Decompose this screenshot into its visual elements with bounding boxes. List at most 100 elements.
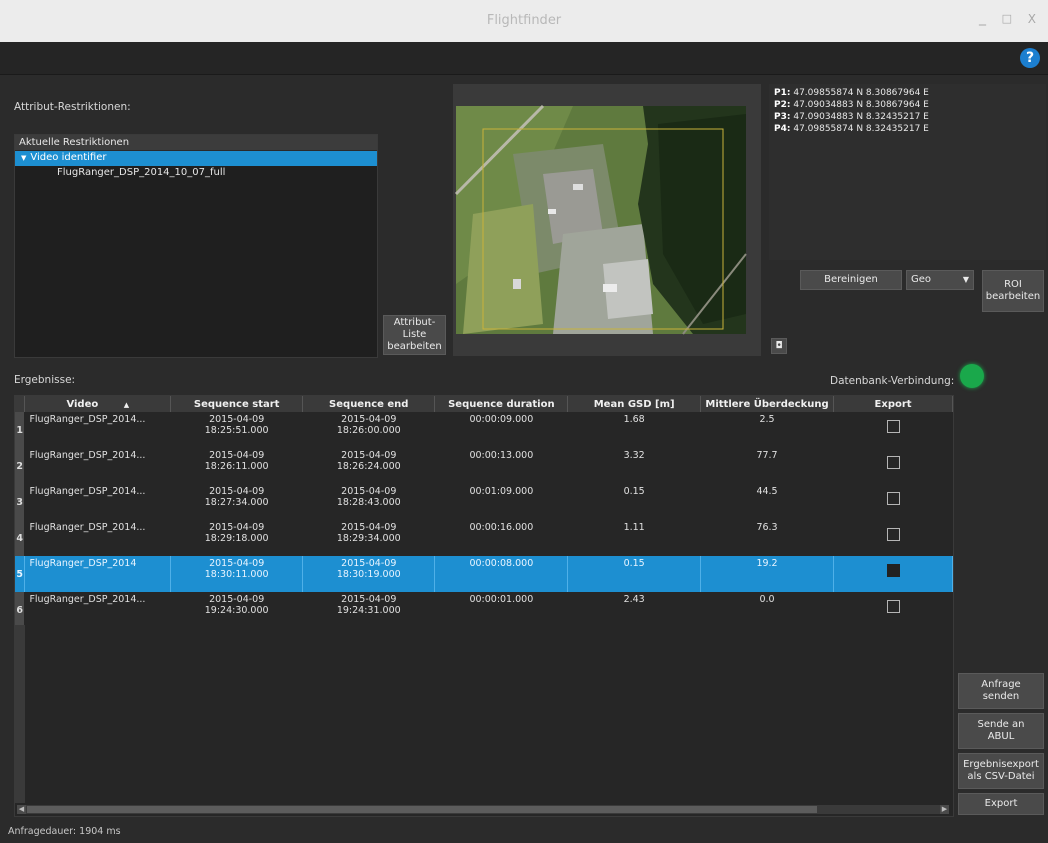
column-header-mean-gsd[interactable]: Mean GSD [m] — [567, 396, 701, 412]
cell-export — [833, 520, 953, 556]
cell-video: FlugRanger_DSP_2014... — [24, 592, 172, 628]
cell-end: 2015-04-09 19:24:31.000 — [302, 592, 436, 628]
cell-video: FlugRanger_DSP_2014... — [24, 484, 172, 520]
table-row[interactable]: 3 FlugRanger_DSP_2014... 2015-04-09 18:27… — [15, 484, 953, 520]
scroll-right-icon[interactable]: ▶ — [940, 805, 949, 814]
cell-overlap: 76.3 — [700, 520, 835, 556]
map-view[interactable] — [453, 84, 761, 356]
column-header-sequence-duration[interactable]: Sequence duration — [434, 396, 569, 412]
end-date: 2015-04-09 — [341, 522, 397, 533]
start-date: 2015-04-09 — [209, 522, 265, 533]
expand-arrow-icon[interactable]: ▼ — [21, 154, 26, 162]
coordinate-value: 47.09034883 N 8.30867964 E — [793, 100, 929, 110]
cell-end: 2015-04-09 18:26:00.000 — [302, 412, 436, 448]
send-query-button[interactable]: Anfrage senden — [958, 673, 1044, 709]
cell-end: 2015-04-09 18:26:24.000 — [302, 448, 436, 484]
coordinate-label: P3: — [774, 112, 791, 122]
export-button[interactable]: Export — [958, 793, 1044, 815]
start-date: 2015-04-09 — [209, 486, 265, 497]
cell-export — [833, 556, 953, 592]
close-icon[interactable]: X — [1028, 12, 1036, 26]
coordinate-label: P1: — [774, 88, 791, 98]
scroll-left-icon[interactable]: ◀ — [17, 805, 26, 814]
edit-attribute-list-button[interactable]: Attribut- Liste bearbeiten — [383, 315, 446, 355]
sort-ascending-icon: ▲ — [123, 400, 130, 409]
table-row[interactable]: 1 FlugRanger_DSP_2014... 2015-04-09 18:25… — [15, 412, 953, 448]
export-checkbox[interactable] — [886, 492, 900, 505]
coordinate-value: 47.09855874 N 8.32435217 E — [793, 124, 929, 134]
scrollbar-thumb[interactable] — [27, 806, 817, 813]
edit-roi-button[interactable]: ROI bearbeiten — [982, 270, 1044, 312]
cell-gsd: 0.15 — [567, 556, 701, 592]
table-row[interactable]: 6 FlugRanger_DSP_2014... 2015-04-09 19:24… — [15, 592, 953, 628]
coordinate-value: 47.09855874 N 8.30867964 E — [793, 88, 929, 98]
clear-button[interactable]: Bereinigen — [800, 270, 902, 290]
cell-video: FlugRanger_DSP_2014... — [24, 520, 172, 556]
cell-duration: 00:00:13.000 — [434, 448, 569, 484]
end-time: 18:30:19.000 — [336, 569, 401, 580]
tree-item-video-identifier[interactable]: ▼ Video identifier — [15, 151, 377, 166]
end-time: 18:29:34.000 — [336, 533, 401, 544]
query-duration-status: Anfragedauer: 1904 ms — [8, 826, 121, 837]
coordinate-p3: P3: 47.09034883 N 8.32435217 E — [774, 112, 1041, 124]
results-grid: Video ▲ Sequence start Sequence end Sequ… — [15, 396, 953, 628]
mode-select-value: Geo — [911, 274, 932, 285]
export-checkbox[interactable] — [886, 420, 900, 433]
end-time: 19:24:31.000 — [336, 605, 401, 616]
table-row-selected[interactable]: 5 FlugRanger_DSP_2014 2015-04-09 18:30:11… — [15, 556, 953, 592]
minimize-icon[interactable]: _ — [979, 10, 986, 26]
column-header-sequence-start[interactable]: Sequence start — [170, 396, 304, 412]
cell-start: 2015-04-09 18:27:34.000 — [170, 484, 304, 520]
export-checkbox[interactable] — [886, 456, 900, 469]
column-header-sequence-end[interactable]: Sequence end — [302, 396, 436, 412]
export-checkbox-checked[interactable] — [886, 564, 900, 577]
column-header-video[interactable]: Video ▲ — [24, 396, 172, 412]
satellite-map-image — [453, 84, 761, 335]
cell-overlap: 2.5 — [700, 412, 835, 448]
column-header-export[interactable]: Export — [833, 396, 953, 412]
end-time: 18:26:00.000 — [336, 425, 401, 436]
cell-gsd: 1.11 — [567, 520, 701, 556]
cell-start: 2015-04-09 18:30:11.000 — [170, 556, 304, 592]
title-bar: Flightfinder _ □ X — [0, 0, 1048, 43]
row-number: 2 — [15, 448, 26, 484]
results-table[interactable]: Video ▲ Sequence start Sequence end Sequ… — [14, 395, 954, 817]
maximize-icon[interactable]: □ — [1002, 12, 1012, 25]
table-row[interactable]: 4 FlugRanger_DSP_2014... 2015-04-09 18:29… — [15, 520, 953, 556]
row-number: 6 — [15, 592, 26, 628]
tree-item-label: Video identifier — [30, 152, 107, 163]
export-checkbox[interactable] — [886, 600, 900, 613]
coordinate-label: P2: — [774, 100, 791, 110]
cell-gsd: 0.15 — [567, 484, 701, 520]
horizontal-scrollbar[interactable]: ◀ ▶ — [17, 805, 949, 814]
coordinate-p4: P4: 47.09855874 N 8.32435217 E — [774, 124, 1041, 136]
start-time: 18:25:51.000 — [204, 425, 269, 436]
end-time: 18:28:43.000 — [336, 497, 401, 508]
window-title: Flightfinder — [486, 13, 562, 28]
tree-item-flight[interactable]: FlugRanger_DSP_2014_10_07_full — [15, 166, 377, 181]
cell-end: 2015-04-09 18:29:34.000 — [302, 520, 436, 556]
cell-export — [833, 448, 953, 484]
start-time: 19:24:30.000 — [204, 605, 269, 616]
export-checkbox[interactable] — [886, 528, 900, 541]
table-row[interactable]: 2 FlugRanger_DSP_2014... 2015-04-09 18:26… — [15, 448, 953, 484]
coordinates-panel: P1: 47.09855874 N 8.30867964 E P2: 47.09… — [769, 84, 1046, 260]
send-to-abul-button[interactable]: Sende an ABUL — [958, 713, 1044, 749]
restrictions-tree[interactable]: Aktuelle Restriktionen ▼ Video identifier… — [14, 134, 378, 358]
help-icon[interactable]: ? — [1020, 48, 1040, 68]
restrictions-heading: Attribut-Restriktionen: — [14, 101, 131, 113]
chevron-down-icon: ▼ — [962, 275, 969, 284]
coordinate-p2: P2: 47.09034883 N 8.30867964 E — [774, 100, 1041, 112]
mode-select[interactable]: Geo ▼ — [906, 270, 974, 290]
cell-overlap: 19.2 — [700, 556, 835, 592]
column-header-overlap[interactable]: Mittlere Überdeckung — [700, 396, 835, 412]
end-date: 2015-04-09 — [341, 414, 397, 425]
column-header-label: Video — [66, 398, 99, 410]
cell-end: 2015-04-09 18:30:19.000 — [302, 556, 436, 592]
map-toggle-icon[interactable]: ◘ — [771, 338, 787, 354]
end-time: 18:26:24.000 — [336, 461, 401, 472]
cell-start: 2015-04-09 19:24:30.000 — [170, 592, 304, 628]
cell-start: 2015-04-09 18:26:11.000 — [170, 448, 304, 484]
csv-export-button[interactable]: Ergebnisexport als CSV-Datei — [958, 753, 1044, 789]
start-date: 2015-04-09 — [209, 594, 265, 605]
